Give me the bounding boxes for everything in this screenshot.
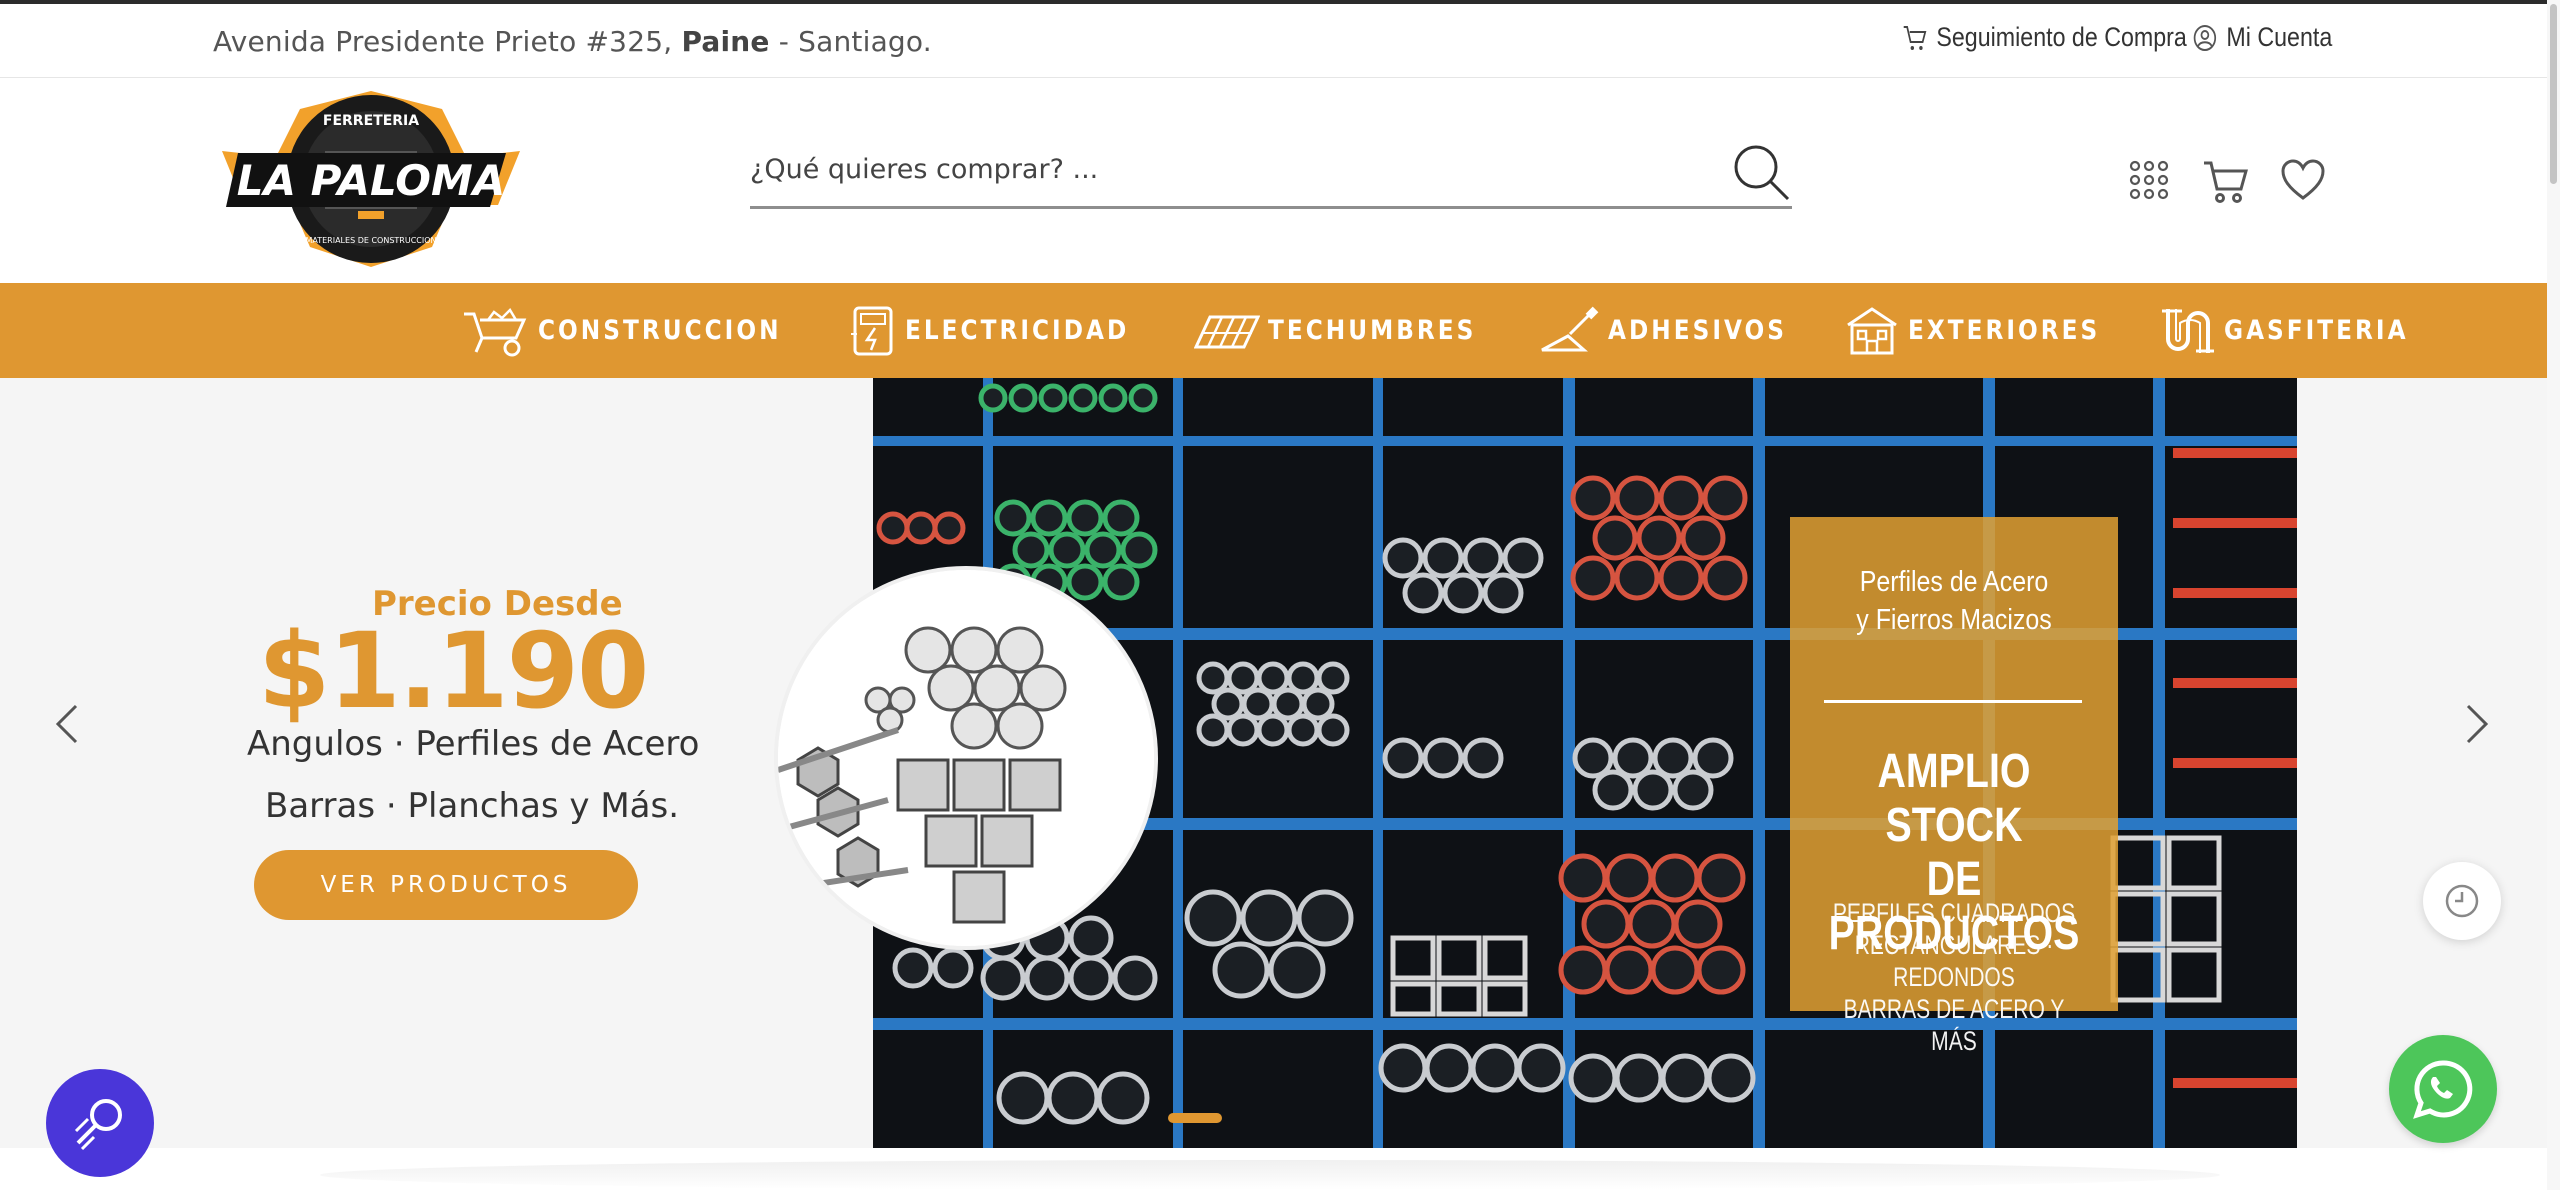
- page-scrollbar[interactable]: [2547, 0, 2560, 1190]
- promo-divider: [1824, 700, 2082, 703]
- category-label: TECHUMBRES: [1267, 315, 1477, 346]
- category-construccion[interactable]: CONSTRUCCION: [462, 304, 821, 358]
- my-account-link[interactable]: Mi Cuenta: [2192, 22, 2332, 53]
- search-icon[interactable]: [1730, 141, 1792, 203]
- category-label: EXTERIORES: [1908, 315, 2101, 346]
- hero-subtitle-line1: Angulos · Perfiles de Acero: [247, 724, 700, 764]
- steel-profiles-illustration: [778, 570, 1154, 946]
- house-facade-icon: [1847, 306, 1898, 354]
- category-electricidad[interactable]: ELECTRICIDAD: [849, 304, 1166, 358]
- promo-overlay: Perfiles de Acero y Fierros Macizos AMPLI…: [1790, 517, 2118, 1056]
- promo-title-line2: y Fierros Macizos: [1856, 604, 2052, 636]
- electric-meter-icon: [851, 306, 893, 355]
- magnifier-icon: [74, 1099, 122, 1151]
- my-account-label: Mi Cuenta: [2226, 22, 2333, 52]
- promo-title: Perfiles de Acero y Fierros Macizos: [1813, 563, 2095, 639]
- promo-details-line3: BARRAS DE ACERO Y MÁS: [1843, 994, 2065, 1056]
- category-adhesivos[interactable]: ADHESIVOS: [1538, 306, 1816, 356]
- price-value: $1.190: [258, 610, 649, 732]
- category-label: CONSTRUCCION: [538, 315, 782, 346]
- promo-title-line1: Perfiles de Acero: [1859, 566, 2049, 598]
- roof-panel-icon: [1193, 315, 1260, 348]
- promo-details: PERFILES CUADRADOS RECTANGULARES · REDOND…: [1826, 897, 2082, 1057]
- heart-icon[interactable]: [2280, 159, 2326, 201]
- promo-details-line1: PERFILES CUADRADOS: [1832, 898, 2076, 928]
- user-icon: [2193, 24, 2217, 51]
- address-region: - Santiago.: [769, 25, 932, 58]
- scrollbar-thumb[interactable]: [2550, 4, 2557, 184]
- slider-prev-arrow[interactable]: [48, 702, 88, 746]
- category-label: GASFITERIA: [2224, 315, 2409, 346]
- hero-subtitle-line2: Barras · Planchas y Más.: [265, 786, 680, 826]
- site-header: LA PALOMA FERRETERIA MATERIALES DE CONST…: [0, 79, 2547, 283]
- apps-grid-icon[interactable]: [2128, 159, 2170, 201]
- steel-profiles-image: [778, 570, 1154, 946]
- address-city: Paine: [681, 25, 770, 58]
- promo-headline-line1: AMPLIO STOCK: [1877, 745, 2031, 852]
- category-nav: CONSTRUCCION ELECTRICIDAD TECHUMBRES ADH…: [0, 283, 2547, 378]
- view-products-button[interactable]: VER PRODUCTOS: [254, 850, 638, 920]
- logo-main-text: LA PALOMA: [237, 156, 506, 205]
- category-label: ELECTRICIDAD: [905, 315, 1130, 346]
- la-paloma-logo[interactable]: LA PALOMA FERRETERIA MATERIALES DE CONST…: [220, 87, 522, 271]
- logo-bottom-text: MATERIALES DE CONSTRUCCION: [305, 236, 436, 245]
- wheelbarrow-icon: [464, 307, 527, 356]
- content-shadow: [320, 1160, 2220, 1190]
- whatsapp-button[interactable]: [2389, 1035, 2497, 1143]
- cart-icon[interactable]: [2202, 157, 2250, 205]
- slider-next-arrow[interactable]: [2456, 702, 2496, 746]
- whatsapp-icon: [2413, 1060, 2473, 1119]
- logo-top-text: FERRETERIA: [323, 113, 419, 129]
- promo-details-line2: RECTANGULARES · REDONDOS: [1854, 930, 2054, 992]
- category-exteriores[interactable]: EXTERIORES: [1844, 305, 2132, 357]
- accessibility-search-button[interactable]: [46, 1069, 154, 1177]
- hero-slider: Precio Desde $1.190 Angulos · Perfiles d…: [0, 378, 2547, 1148]
- slider-dot-active[interactable]: [1168, 1113, 1222, 1123]
- category-gasfiteria[interactable]: GASFITERIA: [2160, 305, 2439, 357]
- track-order-link[interactable]: Seguimiento de Compra: [1902, 22, 2187, 53]
- top-info-bar: Avenida Presidente Prieto #325, Paine - …: [0, 4, 2547, 78]
- cart-icon: [1903, 25, 1927, 50]
- search-input[interactable]: [750, 147, 1690, 191]
- clock-icon: [2445, 884, 2479, 918]
- store-address: Avenida Presidente Prieto #325, Paine - …: [213, 25, 932, 58]
- search-bar: [750, 133, 1792, 209]
- track-order-label: Seguimiento de Compra: [1936, 22, 2187, 52]
- category-techumbres[interactable]: TECHUMBRES: [1193, 309, 1510, 353]
- trowel-icon: [1541, 306, 1599, 351]
- address-street: Avenida Presidente Prieto #325,: [213, 25, 682, 58]
- recently-viewed-button[interactable]: [2423, 862, 2501, 940]
- category-label: ADHESIVOS: [1608, 315, 1788, 346]
- pipe-icon: [2162, 308, 2215, 353]
